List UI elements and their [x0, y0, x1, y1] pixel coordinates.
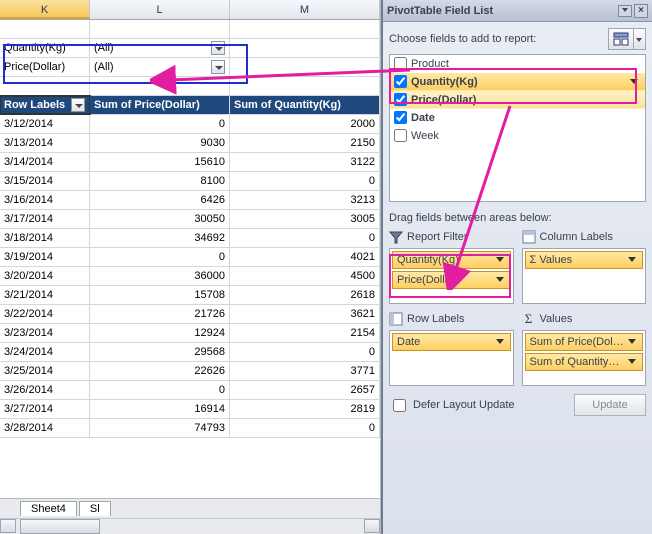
update-button[interactable]: Update	[574, 394, 646, 416]
row-labels-well[interactable]: Date	[389, 330, 514, 386]
col-header-l[interactable]: L	[90, 0, 230, 19]
pane-titlebar[interactable]: PivotTable Field List ×	[383, 0, 652, 22]
table-row[interactable]: 3/28/2014747930	[0, 419, 380, 438]
area-title-label: Column Labels	[540, 231, 613, 243]
table-row[interactable]: 3/23/2014129242154	[0, 324, 380, 343]
horizontal-scrollbar[interactable]	[0, 518, 380, 534]
table-row[interactable]: 3/25/2014226263771	[0, 362, 380, 381]
values-well[interactable]: Sum of Price(Dol… Sum of Quantity…	[522, 330, 647, 386]
drag-areas-label: Drag fields between areas below:	[389, 212, 646, 224]
chip-label: Sum of Quantity…	[530, 356, 629, 368]
table-row[interactable]: 3/17/2014300503005	[0, 210, 380, 229]
layout-icon	[613, 31, 629, 47]
sigma-icon: Σ	[522, 312, 536, 326]
field-item[interactable]: Date	[390, 109, 645, 127]
area-title-label: Values	[540, 313, 573, 325]
field-checkbox[interactable]	[394, 75, 407, 88]
field-item[interactable]: Product	[390, 55, 645, 73]
col-header-m[interactable]: M	[230, 0, 380, 19]
field-chip[interactable]: Σ Values	[525, 251, 644, 269]
sheet-tab[interactable]: Sl	[79, 501, 111, 516]
area-title-label: Row Labels	[407, 313, 464, 325]
chevron-down-icon[interactable]	[628, 337, 638, 347]
chip-label: Sum of Price(Dol…	[530, 336, 629, 348]
table-row[interactable]: 3/14/2014156103122	[0, 153, 380, 172]
field-checkbox[interactable]	[394, 93, 407, 106]
pivot-field-list-pane: PivotTable Field List × Choose fields to…	[381, 0, 652, 534]
column-headers: K L M	[0, 0, 380, 20]
table-row[interactable]: 3/19/201404021	[0, 248, 380, 267]
field-chip[interactable]: Sum of Price(Dol…	[525, 333, 644, 351]
table-row[interactable]: 3/26/201402657	[0, 381, 380, 400]
table-row[interactable]: 3/22/2014217263621	[0, 305, 380, 324]
field-label: Date	[411, 112, 641, 124]
table-row[interactable]: 3/24/2014295680	[0, 343, 380, 362]
sheet-tab[interactable]: Sheet4	[20, 501, 77, 516]
funnel-icon	[389, 230, 403, 244]
field-checkbox[interactable]	[394, 129, 407, 142]
field-chip[interactable]: Price(Dollar)	[392, 271, 511, 289]
chevron-down-icon[interactable]	[496, 275, 506, 285]
col-header-k[interactable]: K	[0, 0, 90, 19]
table-row[interactable]: 3/13/201490302150	[0, 134, 380, 153]
table-row[interactable]: 3/20/2014360004500	[0, 267, 380, 286]
field-checkbox[interactable]	[394, 111, 407, 124]
report-filter-area: Report Filter Quantity(Kg) Price(Dollar)	[389, 228, 514, 304]
field-item[interactable]: Price(Dollar)	[390, 91, 645, 109]
table-row[interactable]: 3/27/2014169142819	[0, 400, 380, 419]
column-labels-area: Column Labels Σ Values	[522, 228, 647, 304]
pane-body: Choose fields to add to report: Product Q…	[383, 22, 652, 422]
row-labels-dropdown[interactable]	[71, 98, 85, 112]
field-chip[interactable]: Sum of Quantity…	[525, 353, 644, 371]
table-row[interactable]: 3/21/2014157082618	[0, 286, 380, 305]
field-checkbox[interactable]	[394, 57, 407, 70]
column-labels-well[interactable]: Σ Values	[522, 248, 647, 304]
table-row[interactable]: 3/16/201464263213	[0, 191, 380, 210]
filter-dropdown[interactable]	[211, 41, 225, 55]
chevron-down-icon[interactable]	[628, 255, 638, 265]
areas-grid: Report Filter Quantity(Kg)Price(Dollar) …	[389, 228, 646, 386]
field-item[interactable]: Week	[390, 127, 645, 145]
layout-options-button[interactable]	[608, 28, 634, 50]
chevron-down-icon[interactable]	[496, 255, 506, 265]
chevron-down-icon[interactable]	[629, 76, 641, 88]
pane-title: PivotTable Field List	[387, 5, 493, 17]
row-labels-area: Row Labels Date	[389, 310, 514, 386]
defer-layout-checkbox[interactable]: Defer Layout Update	[389, 396, 515, 415]
field-chip[interactable]: Date	[392, 333, 511, 351]
field-chip[interactable]: Quantity(Kg)	[392, 251, 511, 269]
chip-label: Price(Dollar)	[397, 274, 496, 286]
pane-options-dropdown[interactable]	[618, 5, 632, 17]
values-area: Σ Values Sum of Price(Dol… Sum of Quantit…	[522, 310, 647, 386]
worksheet: K L M Quantity(Kg)(All)Price(Dollar)(All…	[0, 0, 381, 534]
table-row[interactable]: 3/12/201402000	[0, 115, 380, 134]
choose-fields-label: Choose fields to add to report:	[389, 33, 536, 45]
chip-label: Quantity(Kg)	[397, 254, 496, 266]
defer-checkbox-input[interactable]	[393, 399, 406, 412]
grid[interactable]: Quantity(Kg)(All)Price(Dollar)(All)Row L…	[0, 20, 380, 498]
sheet-tabs: Sheet4 Sl	[0, 498, 380, 518]
table-row[interactable]: 3/18/2014346920	[0, 229, 380, 248]
field-list[interactable]: Product Quantity(Kg) Price(Dollar) Date Week	[389, 54, 646, 202]
close-icon[interactable]: ×	[634, 4, 648, 18]
field-item[interactable]: Quantity(Kg)	[390, 73, 645, 91]
chip-label: Date	[397, 336, 496, 348]
field-label: Product	[411, 58, 641, 70]
chip-label: Σ Values	[530, 254, 629, 266]
columns-icon	[522, 230, 536, 244]
defer-label: Defer Layout Update	[413, 399, 515, 411]
field-label: Price(Dollar)	[411, 94, 641, 106]
field-label: Week	[411, 130, 641, 142]
report-filter-well[interactable]: Quantity(Kg) Price(Dollar)	[389, 248, 514, 304]
filter-dropdown[interactable]	[211, 60, 225, 74]
chevron-down-icon[interactable]	[628, 357, 638, 367]
table-row[interactable]: 3/15/201481000	[0, 172, 380, 191]
layout-options-dropdown[interactable]	[634, 28, 646, 50]
field-label: Quantity(Kg)	[411, 76, 629, 88]
area-title-label: Report Filter	[407, 231, 468, 243]
rows-icon	[389, 312, 403, 326]
chevron-down-icon[interactable]	[496, 337, 506, 347]
